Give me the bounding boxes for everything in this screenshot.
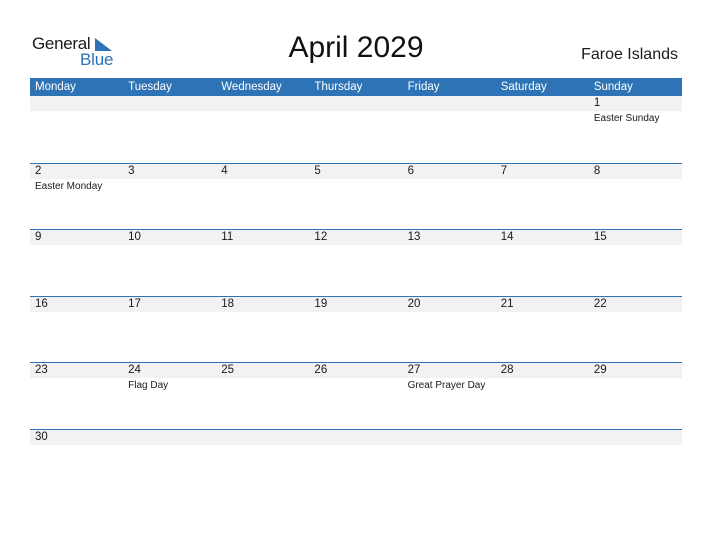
day-cell [30,96,123,163]
country-label: Faroe Islands [581,46,678,63]
day-cell: 20 [403,297,496,363]
day-cell: 14 [496,230,589,296]
day-cell: 2 Easter Monday [30,164,123,230]
week-row: 1 Easter Sunday [30,96,682,163]
day-number: 15 [593,231,607,243]
day-number: 14 [500,231,514,243]
day-cell [123,96,216,163]
day-cell: 4 [216,164,309,230]
holiday-label: Flag Day [128,380,169,391]
holiday-label: Great Prayer Day [407,380,486,391]
week-days: 9 10 11 12 13 14 15 [30,230,682,296]
weeks-container: 1 Easter Sunday 2 Easter Monday 3 4 5 6 7 8 9 10 11 1… [30,96,682,495]
day-number: 24 [128,364,141,376]
calendar-grid: Monday Tuesday Wednesday Thursday Friday… [30,78,682,495]
day-cell [216,96,309,163]
day-number: 22 [593,297,607,310]
day-number: 6 [407,164,414,177]
day-number: 2 [35,164,42,177]
day-cell: 15 [589,230,682,296]
day-number: 16 [35,297,48,310]
week-days: 2 Easter Monday 3 4 5 6 7 8 [30,164,682,230]
day-number: 23 [35,364,48,376]
day-number: 18 [221,297,235,310]
day-number: 10 [128,231,141,243]
weekday-friday: Friday [407,81,440,93]
day-number: 17 [128,297,141,310]
day-cell: 9 [30,230,123,296]
day-cell: 30 [30,430,123,496]
day-cell: 1 Easter Sunday [589,96,682,163]
weekday-sunday: Sunday [593,81,633,93]
week-days: 23 24 Flag Day 25 26 27 Great Prayer Day 28 29 [30,363,682,429]
day-cell: 22 [589,297,682,363]
day-number: 12 [314,231,328,243]
day-cell [216,430,309,496]
day-number: 3 [128,164,135,177]
day-cell: 8 [589,164,682,230]
holiday-label: Easter Sunday [593,113,660,124]
holiday-label: Easter Monday [35,180,103,192]
day-number: 13 [407,231,421,243]
week-row: 9 10 11 12 13 14 15 [30,229,682,296]
day-number: 26 [314,364,328,376]
week-days: 1 Easter Sunday [30,96,682,163]
day-number: 30 [35,430,48,443]
day-number: 25 [221,364,235,376]
weekday-thursday: Thursday [314,81,363,93]
week-row: 23 24 Flag Day 25 26 27 Great Prayer Day 28 29 [30,362,682,429]
week-row: 16 17 18 19 20 21 22 [30,295,682,363]
day-cell: 12 [309,230,402,296]
day-cell: 24 Flag Day [123,363,216,429]
day-number: 9 [35,231,42,243]
day-cell [496,96,589,163]
day-cell: 25 [216,363,309,429]
day-number: 7 [500,164,508,177]
day-number: 28 [500,364,514,376]
day-cell [403,96,496,163]
day-number: 11 [221,231,234,243]
day-number: 20 [407,297,421,310]
day-cell: 26 [309,363,402,429]
day-cell [496,430,589,496]
day-cell: 28 [496,363,589,429]
day-cell: 18 [216,297,309,363]
weekday-wednesday: Wednesday [221,81,282,93]
day-cell [309,430,402,496]
day-cell: 13 [403,230,496,296]
day-number: 4 [221,164,228,177]
day-cell: 29 [589,363,682,429]
weekday-monday: Monday [35,81,76,93]
day-number: 29 [593,364,607,376]
day-cell: 17 [123,297,216,363]
week-days: 16 17 18 19 20 21 22 [30,297,682,363]
day-number: 8 [593,164,601,177]
day-cell: 3 [123,164,216,230]
day-cell: 27 Great Prayer Day [403,363,496,429]
day-cell: 7 [496,164,589,230]
day-number: 5 [314,164,321,177]
day-cell: 5 [309,164,402,230]
week-days: 30 [30,430,682,496]
day-cell [589,430,682,496]
weekday-tuesday: Tuesday [128,81,172,93]
week-row: 30 [30,428,682,496]
weekday-saturday: Saturday [500,81,547,93]
day-number: 21 [500,297,514,310]
day-cell: 6 [403,164,496,230]
day-number: 19 [314,297,328,310]
week-row: 2 Easter Monday 3 4 5 6 7 8 [30,162,682,230]
day-cell: 10 [123,230,216,296]
day-cell [309,96,402,163]
day-cell: 19 [309,297,402,363]
weekday-header: Monday Tuesday Wednesday Thursday Friday… [30,78,682,96]
day-cell: 16 [30,297,123,363]
day-cell [403,430,496,496]
day-cell [123,430,216,496]
day-cell: 11 [216,230,309,296]
day-cell: 21 [496,297,589,363]
day-number: 1 [593,97,601,109]
day-number: 27 [407,364,421,376]
day-cell: 23 [30,363,123,429]
